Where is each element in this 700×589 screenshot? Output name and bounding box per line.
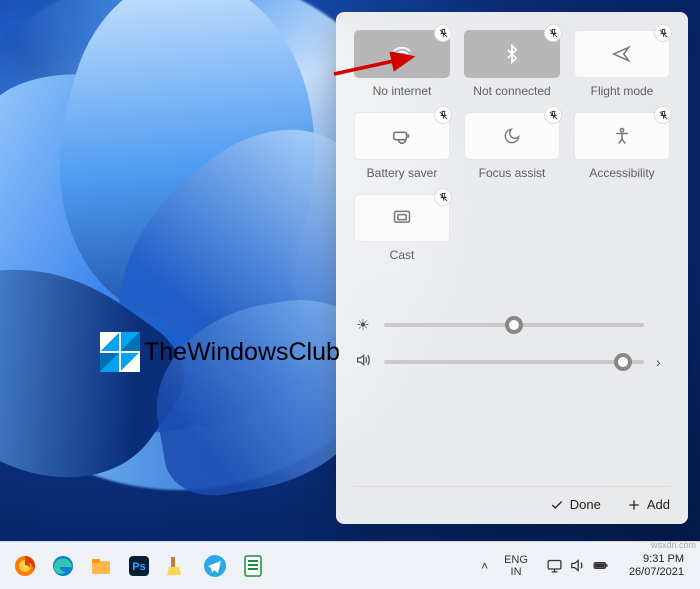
taskbar-files-icon[interactable] [84, 549, 118, 583]
language-indicator[interactable]: ENG IN [498, 552, 534, 580]
brightness-slider-row: ☀ [354, 316, 670, 334]
desktop-wallpaper: TheWindowsClub No internet Not connected [0, 0, 700, 541]
volume-slider[interactable] [384, 360, 644, 364]
tray-network-icon [546, 557, 563, 574]
add-label: Add [647, 497, 670, 512]
taskbar-cleaner-icon[interactable] [160, 549, 194, 583]
taskbar-telegram-icon[interactable] [198, 549, 232, 583]
clock-date: 26/07/2021 [629, 566, 684, 579]
check-icon [550, 498, 564, 512]
brightness-icon: ☀ [354, 316, 372, 334]
done-label: Done [570, 497, 601, 512]
wifi-tile-label: No internet [373, 84, 432, 98]
watermark: TheWindowsClub [100, 332, 340, 372]
bluetooth-tile-label: Not connected [473, 84, 550, 98]
plus-icon [627, 498, 641, 512]
battery-saver-icon [391, 125, 413, 147]
tile-bluetooth-wrap: Not connected [464, 30, 560, 98]
focus-tile-label: Focus assist [479, 166, 546, 180]
unpin-battery-saver-button[interactable] [434, 106, 452, 124]
cast-icon [392, 208, 412, 228]
tray-volume-icon [569, 557, 586, 574]
volume-slider-row: › [354, 352, 670, 372]
unpin-focus-button[interactable] [544, 106, 562, 124]
tile-accessibility-wrap: Accessibility [574, 112, 670, 180]
lang-top: ENG [504, 554, 528, 566]
watermark-text: TheWindowsClub [144, 338, 340, 367]
lang-bot: IN [504, 566, 528, 578]
taskbar-clock[interactable]: 9:31 PM 26/07/2021 [621, 551, 692, 581]
tile-flight-wrap: Flight mode [574, 30, 670, 98]
annotation-arrow [330, 52, 420, 78]
svg-text:Ps: Ps [132, 561, 145, 573]
clock-time: 9:31 PM [629, 553, 684, 566]
unpin-flight-button[interactable] [654, 24, 672, 42]
bluetooth-icon [502, 44, 522, 64]
cast-tile-label: Cast [390, 248, 415, 262]
tile-battery-saver-wrap: Battery saver [354, 112, 450, 180]
battery-saver-tile-label: Battery saver [367, 166, 438, 180]
volume-thumb[interactable] [614, 353, 632, 371]
taskbar-photoshop-icon[interactable]: Ps [122, 549, 156, 583]
brightness-slider[interactable] [384, 323, 644, 327]
quick-settings-footer: Done Add [354, 486, 670, 512]
done-button[interactable]: Done [550, 497, 601, 512]
unpin-bluetooth-button[interactable] [544, 24, 562, 42]
unpin-wifi-button[interactable] [434, 24, 452, 42]
taskbar: Ps ˄ ENG IN 9:31 PM 26/07/2021 [0, 541, 700, 589]
tile-cast-wrap: Cast [354, 194, 450, 262]
quick-settings-panel: No internet Not connected Flight mode [336, 12, 688, 524]
brightness-thumb[interactable] [505, 316, 523, 334]
moon-icon [503, 127, 521, 145]
taskbar-edge-icon[interactable] [46, 549, 80, 583]
accessibility-tile-label: Accessibility [589, 166, 654, 180]
unpin-accessibility-button[interactable] [654, 106, 672, 124]
tray-overflow-button[interactable]: ˄ [477, 555, 492, 577]
add-button[interactable]: Add [627, 497, 670, 512]
volume-expand-button[interactable]: › [656, 354, 670, 370]
flight-tile-label: Flight mode [591, 84, 654, 98]
tile-focus-wrap: Focus assist [464, 112, 560, 180]
volume-icon [354, 352, 372, 372]
tray-battery-icon [592, 557, 609, 574]
system-tray-button[interactable] [540, 553, 615, 578]
watermark-logo-icon [100, 332, 140, 372]
taskbar-firefox-icon[interactable] [8, 549, 42, 583]
accessibility-icon [612, 126, 632, 146]
unpin-cast-button[interactable] [434, 188, 452, 206]
airplane-icon [612, 44, 632, 64]
taskbar-libreoffice-icon[interactable] [236, 549, 270, 583]
